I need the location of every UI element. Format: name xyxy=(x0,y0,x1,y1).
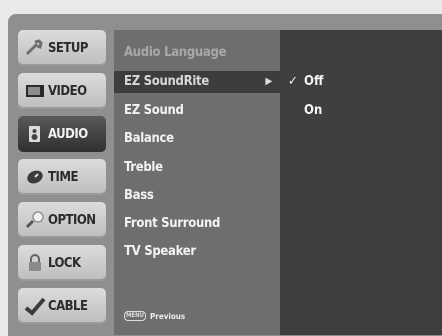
nav-item-label: OPTION xyxy=(48,212,96,228)
previous-hint[interactable]: MENU Previous xyxy=(124,311,185,321)
previous-label: Previous xyxy=(150,311,186,321)
nav-item-setup[interactable]: SETUP xyxy=(18,30,106,66)
nav-item-lock[interactable]: LOCK xyxy=(18,245,106,281)
option-label: On xyxy=(304,103,323,118)
option-icon xyxy=(24,210,46,230)
nav-item-label: TIME xyxy=(48,169,78,185)
nav-item-label: LOCK xyxy=(48,255,81,271)
menu-item-ez-sound[interactable]: EZ Sound xyxy=(114,100,280,122)
nav-item-audio[interactable]: AUDIO xyxy=(18,116,106,152)
nav-item-video[interactable]: VIDEO xyxy=(18,73,106,109)
audio-menu: Audio Language EZ SoundRite ▶ EZ Sound B… xyxy=(114,30,280,335)
menu-item-tv-speaker[interactable]: TV Speaker xyxy=(114,241,280,263)
lock-icon xyxy=(24,253,46,273)
menu-item-label: Balance xyxy=(124,131,174,146)
nav-item-label: SETUP xyxy=(48,40,88,56)
menu-item-label: Treble xyxy=(124,160,163,175)
check-icon xyxy=(24,296,46,316)
nav-item-option[interactable]: OPTION xyxy=(18,202,106,238)
menu-item-audio-language[interactable]: Audio Language xyxy=(114,42,280,64)
chevron-right-icon: ▶ xyxy=(265,76,272,87)
wrench-icon xyxy=(24,38,46,58)
option-on[interactable]: On xyxy=(280,100,442,122)
option-label: Off xyxy=(304,74,324,89)
menu-item-balance[interactable]: Balance xyxy=(114,128,280,150)
menu-item-treble[interactable]: Treble xyxy=(114,157,280,179)
nav-item-time[interactable]: TIME xyxy=(18,159,106,195)
clock-icon xyxy=(24,167,46,187)
menu-item-label: EZ Sound xyxy=(124,103,184,118)
option-off[interactable]: ✓ Off xyxy=(280,71,442,93)
menu-button-icon: MENU xyxy=(124,311,146,321)
speaker-icon xyxy=(24,124,46,144)
checkmark-icon: ✓ xyxy=(288,74,298,89)
menu-item-ez-soundrite[interactable]: EZ SoundRite ▶ xyxy=(114,71,280,93)
menu-item-label: Bass xyxy=(124,188,154,203)
menu-item-label: Audio Language xyxy=(124,45,227,60)
nav-item-label: AUDIO xyxy=(48,126,88,142)
menu-item-bass[interactable]: Bass xyxy=(114,185,280,207)
ez-soundrite-submenu: ✓ Off On xyxy=(280,30,442,335)
menu-item-front-surround[interactable]: Front Surround xyxy=(114,213,280,235)
nav-item-cable[interactable]: CABLE xyxy=(18,288,106,324)
nav-item-label: VIDEO xyxy=(48,83,87,99)
tv-icon xyxy=(24,81,46,101)
menu-item-label: Front Surround xyxy=(124,216,221,231)
menu-item-label: EZ SoundRite xyxy=(124,74,209,89)
menu-item-label: TV Speaker xyxy=(124,244,196,259)
nav-item-label: CABLE xyxy=(48,298,88,314)
